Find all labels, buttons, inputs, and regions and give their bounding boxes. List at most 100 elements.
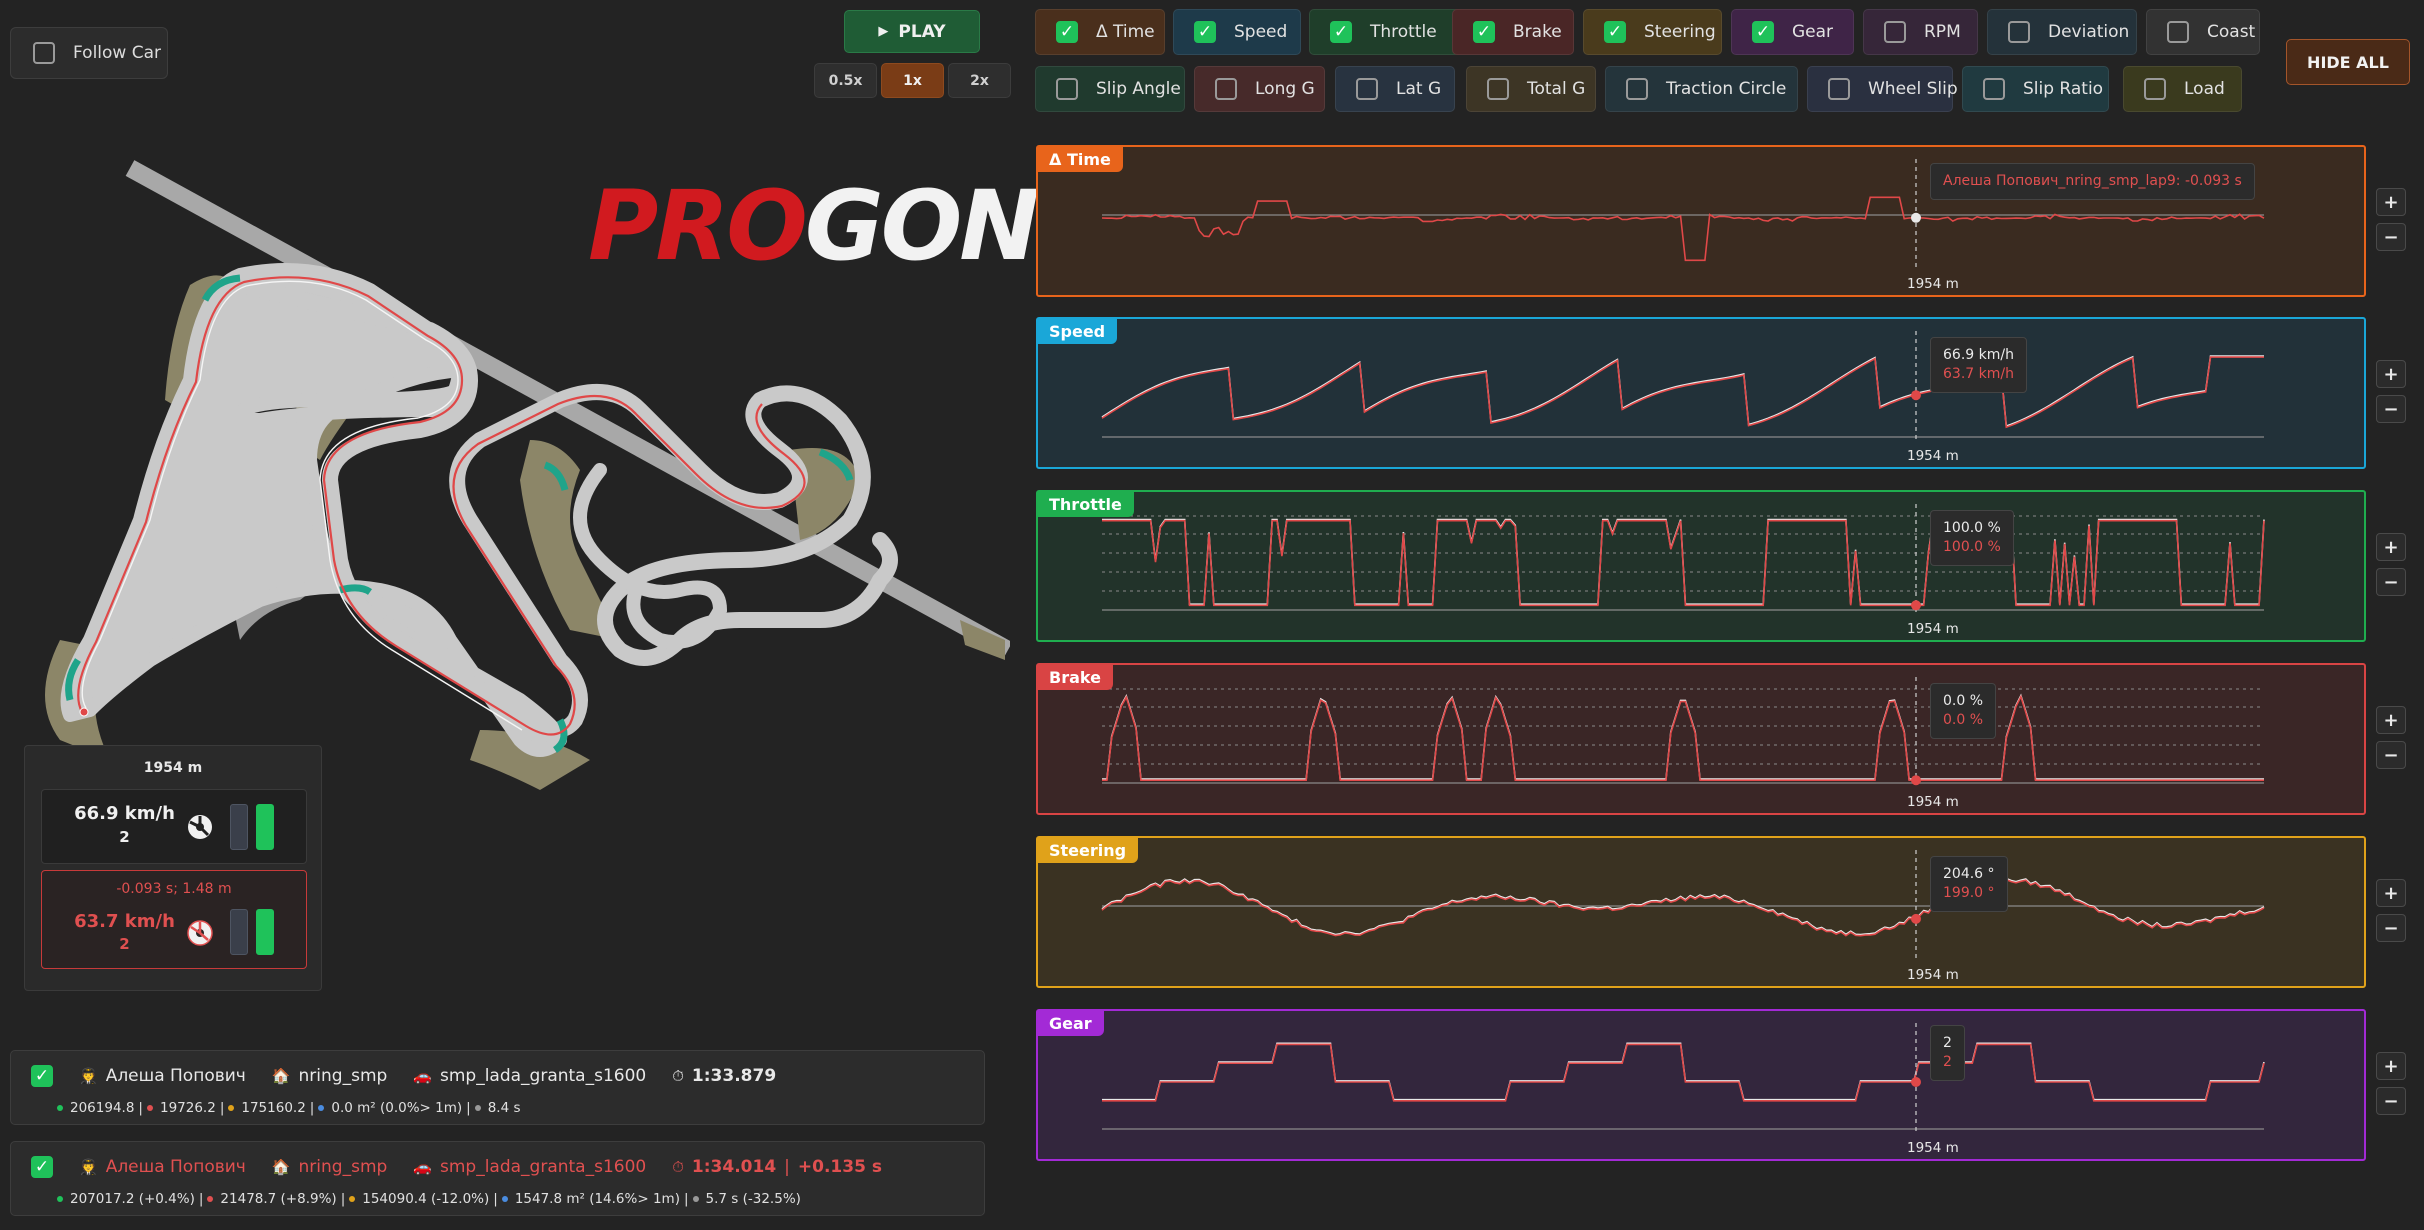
speed-0-5x-button[interactable]: 0.5x [814, 63, 877, 98]
steering-zoom-out-button[interactable]: − [2376, 914, 2406, 942]
stat-separator: | [219, 1100, 225, 1116]
toggle-brake[interactable]: Brake [1452, 9, 1574, 55]
toggle-checkbox[interactable] [1473, 21, 1495, 43]
cursor-distance-label: 1954 m [1907, 1140, 1959, 1156]
series-compare-line [1102, 694, 2264, 781]
lap-row[interactable]: 🧑‍✈ Алеша Попович 🏠 nring_smp 🚗 smp_lada_gran… [10, 1141, 985, 1216]
speed-zoom-in-button[interactable]: + [2376, 360, 2406, 388]
follow-car-toggle[interactable]: Follow Car [10, 27, 168, 79]
play-icon: ▶ [878, 24, 889, 39]
toggle-slip-angle[interactable]: Slip Angle [1035, 66, 1185, 112]
gear-zoom-out-button[interactable]: − [2376, 1087, 2406, 1115]
lap-track: nring_smp [298, 1157, 388, 1177]
toggle-checkbox[interactable] [1056, 78, 1078, 100]
toggle-load[interactable]: Load [2123, 66, 2242, 112]
speed-2x-button[interactable]: 2x [948, 63, 1011, 98]
stat-separator: | [493, 1191, 498, 1207]
toggle-traction-circle[interactable]: Traction Circle [1605, 66, 1798, 112]
series-compare-line [1101, 878, 2265, 937]
delta-chart-panel[interactable]: Δ Time 1954 m Алеша Попович_nring_smp_lap9… [1036, 145, 2366, 297]
brake-chart-panel[interactable]: Brake 1954 m 0.0 % 0.0 % [1036, 663, 2366, 815]
lap-enable-checkbox[interactable] [31, 1156, 53, 1178]
brake-chart[interactable] [1038, 665, 2364, 813]
steering-chart-panel[interactable]: Steering 1954 m 204.6 ° 199.0 ° [1036, 836, 2366, 988]
toggle-steering[interactable]: Steering [1583, 9, 1722, 55]
delta-zoom-in-button[interactable]: + [2376, 188, 2406, 216]
toggle-total-g[interactable]: Total G [1466, 66, 1596, 112]
brake-tooltip: 0.0 % 0.0 % [1930, 683, 1997, 739]
toggle-label: Steering [1644, 22, 1716, 42]
lap-row[interactable]: 🧑‍✈ Алеша Попович 🏠 nring_smp 🚗 smp_lada_gran… [10, 1050, 985, 1125]
speed-1x-button[interactable]: 1x [881, 63, 944, 98]
follow-car-checkbox[interactable] [33, 42, 55, 64]
series-reference-line [1101, 355, 2264, 428]
lap-car: smp_lada_granta_s1600 [439, 1157, 647, 1177]
steering-chart[interactable] [1038, 838, 2364, 986]
toggle-checkbox[interactable] [1487, 78, 1509, 100]
speed-chart-panel[interactable]: Speed 1954 m 66.9 km/h 63.7 km/h [1036, 317, 2366, 469]
brake-zoom-out-button[interactable]: − [2376, 741, 2406, 769]
toggle-long-g[interactable]: Long G [1194, 66, 1325, 112]
toggle-checkbox[interactable] [1604, 21, 1626, 43]
stat-separator: | [138, 1100, 143, 1116]
toggle-checkbox[interactable] [1828, 78, 1850, 100]
throttle-zoom-in-button[interactable]: + [2376, 533, 2406, 561]
gear-zoom-in-button[interactable]: + [2376, 1052, 2406, 1080]
throttle-chart-panel[interactable]: Throttle 1954 m 100.0 % 100.0 % [1036, 490, 2366, 642]
lap-enable-checkbox[interactable] [31, 1065, 53, 1087]
toggle-deviation[interactable]: Deviation [1987, 9, 2137, 55]
speed-zoom-out-button[interactable]: − [2376, 395, 2406, 423]
toggle-label: Long G [1255, 79, 1315, 99]
stat-separator: | [683, 1191, 689, 1207]
stat-separator: | [309, 1100, 315, 1116]
speed-chart[interactable] [1038, 319, 2364, 467]
tooltip-value-a: 2 [1943, 1035, 1952, 1051]
toggle-checkbox[interactable] [1884, 21, 1906, 43]
toggle-checkbox[interactable] [1983, 78, 2005, 100]
toggle-time[interactable]: Δ Time [1035, 9, 1165, 55]
toggle-checkbox[interactable] [2167, 21, 2189, 43]
delta-zoom-out-button[interactable]: − [2376, 223, 2406, 251]
tooltip-value-a: 204.6 ° [1943, 866, 1995, 882]
toggle-coast[interactable]: Coast [2146, 9, 2260, 55]
toggle-checkbox[interactable] [2008, 21, 2030, 43]
gear-panel-title: Gear [1037, 1010, 1104, 1036]
tooltip-value-a: 66.9 km/h [1943, 347, 2014, 363]
toggle-rpm[interactable]: RPM [1863, 9, 1978, 55]
gear-chart[interactable] [1038, 1011, 2364, 1159]
driver-icon: 🧑‍✈ [79, 1067, 98, 1085]
tooltip-value-a: 100.0 % [1943, 520, 2001, 536]
toggle-checkbox[interactable] [1626, 78, 1648, 100]
steering-wheel-icon [188, 815, 212, 839]
hide-all-button[interactable]: HIDE ALL [2286, 39, 2410, 85]
cursor-distance-label: 1954 m [1907, 967, 1959, 983]
toggle-gear[interactable]: Gear [1731, 9, 1854, 55]
gear-chart-panel[interactable]: Gear 1954 m22 [1036, 1009, 2366, 1161]
throttle-chart[interactable] [1038, 492, 2364, 640]
speed-tooltip: 66.9 km/h 63.7 km/h [1930, 337, 2027, 393]
play-button[interactable]: ▶ PLAY [844, 10, 980, 53]
lap-stat: 1547.8 m² (14.6%> 1m) [514, 1191, 680, 1207]
stat-dot [501, 1196, 508, 1202]
toggle-checkbox[interactable] [1056, 21, 1078, 43]
toggle-slip-ratio[interactable]: Slip Ratio [1962, 66, 2109, 112]
toggle-wheel-slip[interactable]: Wheel Slip [1807, 66, 1958, 112]
toggle-checkbox[interactable] [1356, 78, 1378, 100]
stat-dot [692, 1196, 699, 1202]
toggle-label: Total G [1527, 79, 1586, 99]
toggle-checkbox[interactable] [1330, 21, 1352, 43]
brake-zoom-in-button[interactable]: + [2376, 706, 2406, 734]
stat-dot [474, 1105, 481, 1111]
toggle-checkbox[interactable] [1752, 21, 1774, 43]
steering-zoom-in-button[interactable]: + [2376, 879, 2406, 907]
toggle-checkbox[interactable] [2144, 78, 2166, 100]
lap-track: nring_smp [298, 1066, 388, 1086]
toggle-checkbox[interactable] [1215, 78, 1237, 100]
toggle-speed[interactable]: Speed [1173, 9, 1301, 55]
toggle-label: Lat G [1396, 79, 1442, 99]
follow-car-label: Follow Car [73, 43, 162, 63]
toggle-lat-g[interactable]: Lat G [1335, 66, 1455, 112]
throttle-zoom-out-button[interactable]: − [2376, 568, 2406, 596]
lap-stat: 207017.2 (+0.4%) [70, 1191, 195, 1207]
toggle-checkbox[interactable] [1194, 21, 1216, 43]
